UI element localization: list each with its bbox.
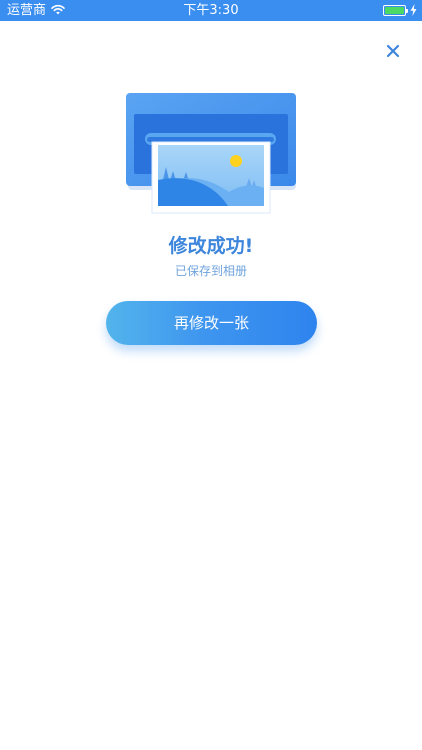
saved-photo-illustration (124, 92, 298, 216)
saved-to-album-text: 已保存到相册 (174, 264, 247, 278)
edit-another-button[interactable]: 再修改一张 (106, 301, 317, 345)
success-title: 修改成功! (168, 235, 254, 257)
battery-icon (383, 5, 408, 16)
close-icon (386, 44, 400, 58)
status-time: 下午3:30 (183, 3, 239, 18)
close-button[interactable] (381, 39, 405, 63)
status-bar: 运营商 下午3:30 (0, 0, 422, 21)
charging-icon (410, 4, 417, 20)
